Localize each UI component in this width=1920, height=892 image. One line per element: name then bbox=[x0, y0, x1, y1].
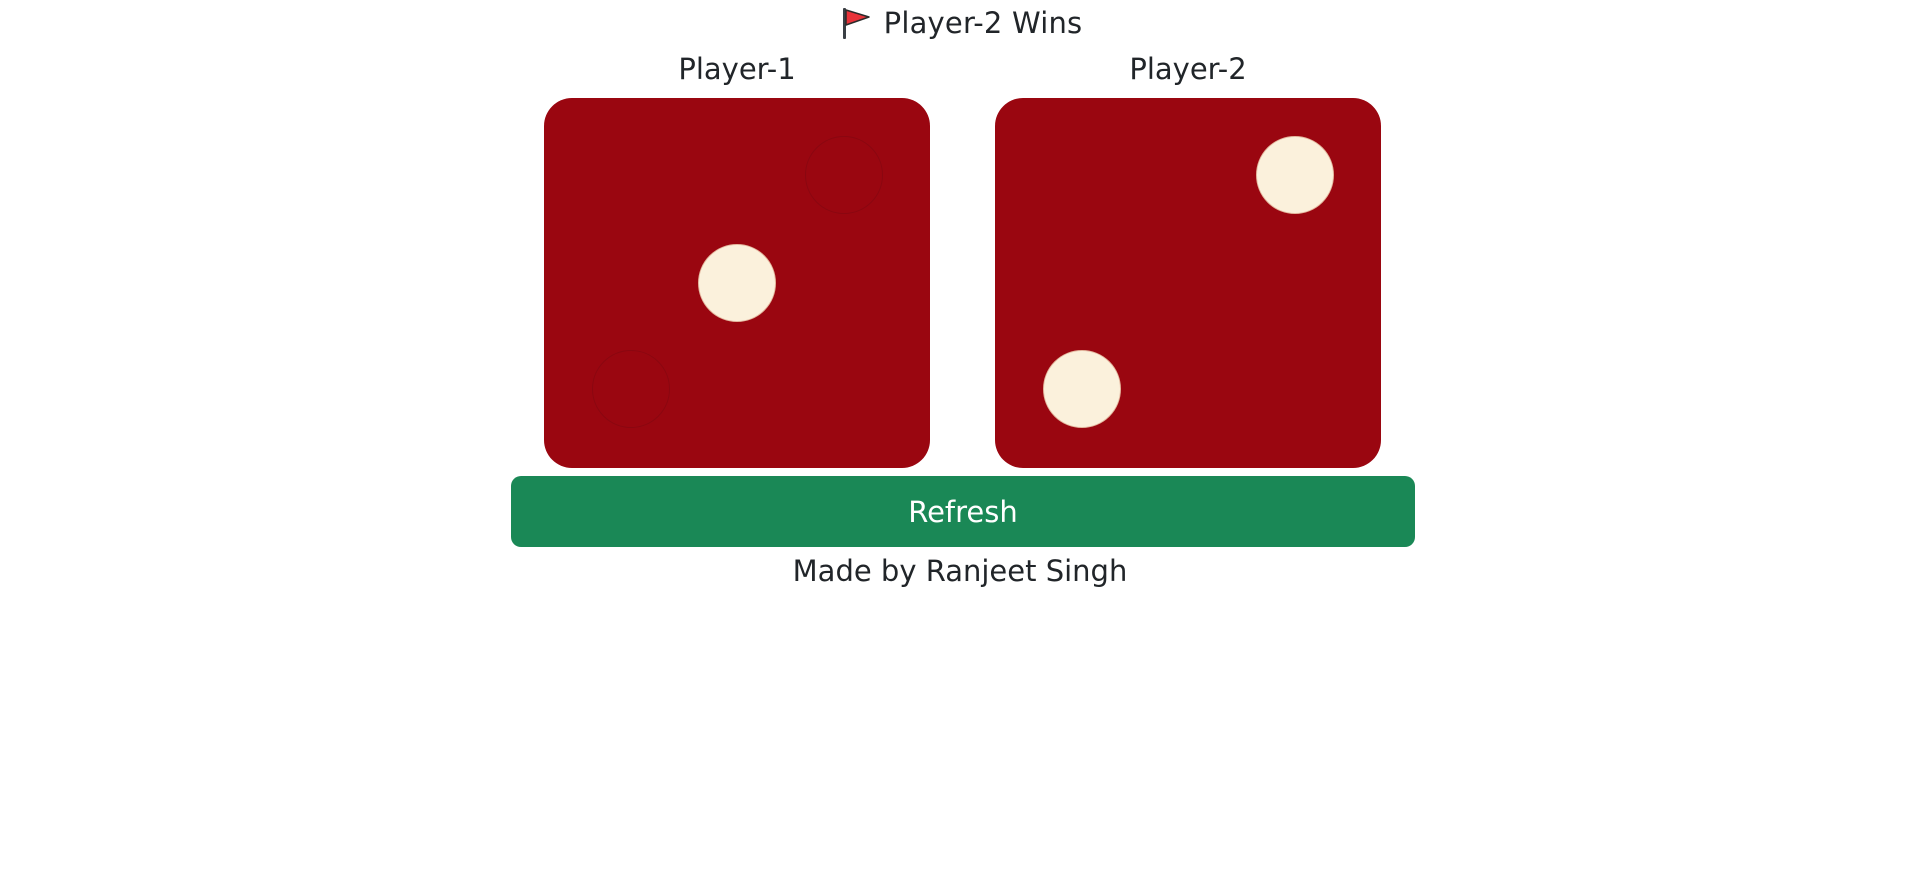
player-2-die bbox=[995, 98, 1381, 468]
result-text: Player-2 Wins bbox=[883, 6, 1083, 40]
player-1-die bbox=[544, 98, 930, 468]
die-pip bbox=[805, 136, 883, 214]
player-1-label: Player-1 bbox=[678, 52, 796, 86]
result-heading: Player-2 Wins bbox=[0, 0, 1920, 46]
footer-credit: Made by Ranjeet Singh bbox=[792, 554, 1128, 588]
die-pip bbox=[1256, 136, 1334, 214]
die-pip bbox=[1043, 350, 1121, 428]
dice-game-page: Player-2 Wins Player-1 Player-2 Refresh … bbox=[0, 0, 1920, 892]
die-pip bbox=[592, 350, 670, 428]
player-2-label: Player-2 bbox=[1129, 52, 1247, 86]
die-pip bbox=[698, 244, 776, 322]
red-flag-icon bbox=[842, 8, 870, 39]
refresh-button[interactable]: Refresh bbox=[511, 476, 1415, 547]
